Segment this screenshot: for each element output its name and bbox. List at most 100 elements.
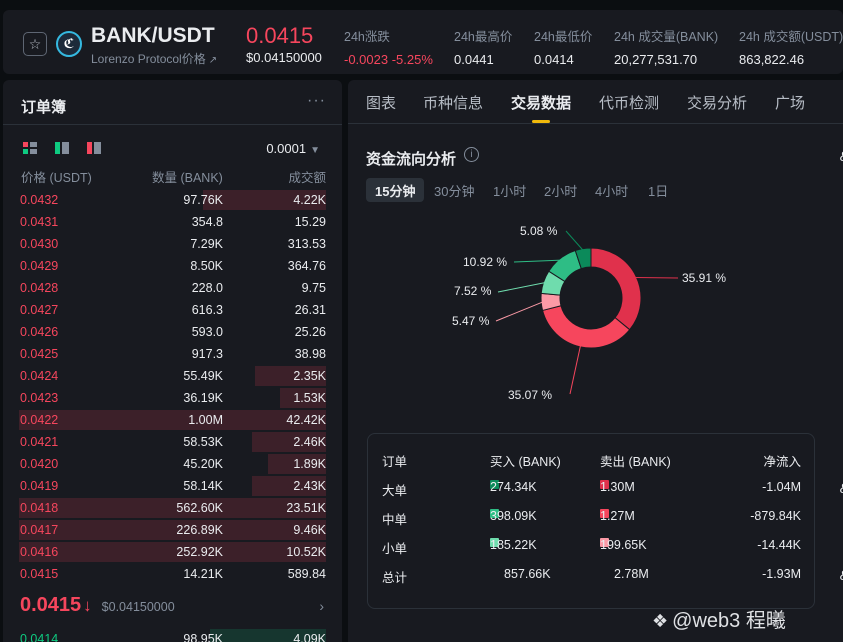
ask-total: 2.35K (293, 369, 326, 383)
ask-price: 0.0427 (20, 303, 59, 317)
clipped-text: & (840, 480, 843, 496)
fund-flow-title: 资金流向分析 (366, 151, 457, 168)
ask-price: 0.0430 (20, 237, 59, 251)
ask-row[interactable]: 0.0418 562.60K 23.51K (3, 497, 342, 519)
tab-item[interactable]: 广场 (775, 92, 805, 113)
depth-bar (19, 520, 326, 540)
time-range-button[interactable]: 4小时 (586, 178, 637, 202)
orderbook-asks-mode-icon[interactable] (87, 142, 101, 154)
slice-label: 35.91 % (682, 271, 726, 285)
precision-select[interactable]: 0.0001 ▼ (266, 141, 320, 156)
slice-connector-line (565, 230, 584, 251)
table-header: 订单 买入 (BANK) 卖出 (BANK) 净流入 (368, 451, 814, 471)
ask-total: 26.31 (294, 303, 326, 317)
table-row: 中单 398.09K 1.27M -879.84K (368, 509, 814, 529)
ask-price: 0.0417 (20, 523, 59, 537)
time-range-button[interactable]: 2小时 (535, 178, 586, 202)
time-range-button[interactable]: 15分钟 (366, 178, 425, 202)
mid-price-usd: $0.04150000 (101, 600, 175, 614)
table-header-cell: 净流入 (763, 455, 801, 469)
ask-row[interactable]: 0.0428 228.0 9.75 (3, 277, 342, 299)
pair-name[interactable]: BANK/USDT (91, 24, 215, 48)
ask-row[interactable]: 0.0415 14.21K 589.84 (3, 563, 342, 585)
last-price: 0.0415 (246, 23, 314, 48)
orderbook-both-mode-icon[interactable] (23, 142, 37, 154)
donut-slice (590, 247, 642, 331)
ask-row[interactable]: 0.0421 58.53K 2.46K (3, 431, 342, 453)
ask-price: 0.0419 (20, 479, 59, 493)
bid-row[interactable]: 0.0414 98.95K 4.09K (3, 628, 342, 642)
ask-qty: 97.76K (183, 193, 223, 207)
pair-subtitle-link[interactable]: Lorenzo Protocol价格 ↗ (91, 50, 217, 67)
chevron-right-icon[interactable]: › (319, 598, 324, 614)
order-size-label: 总计 (382, 571, 408, 585)
ask-row[interactable]: 0.0422 1.00M 42.42K (3, 409, 342, 431)
last-price-row[interactable]: 0.0415 ↓ $0.04150000 (20, 594, 175, 617)
ticker-stat: 24h最高价 0.0441 (454, 26, 512, 67)
time-range-button[interactable]: 1日 (639, 178, 677, 202)
bid-price: 0.0414 (20, 632, 59, 642)
tab-item[interactable]: 币种信息 (423, 92, 483, 113)
more-options-icon[interactable]: ··· (307, 92, 326, 110)
orderbook-title: 订单簿 (21, 99, 67, 116)
sell-value: 199.65K (600, 538, 647, 552)
ask-row[interactable]: 0.0423 36.19K 1.53K (3, 387, 342, 409)
ask-price: 0.0431 (20, 215, 59, 229)
depth-bar (19, 498, 326, 518)
buy-value: 274.34K (490, 480, 537, 494)
ticker-stat: 24h 成交额(USDT) 863,822.46 (739, 26, 843, 67)
tab-item[interactable]: 图表 (366, 92, 396, 113)
ask-row[interactable]: 0.0431 354.8 15.29 (3, 211, 342, 233)
orderbook-bids-mode-icon[interactable] (55, 142, 69, 154)
ask-row[interactable]: 0.0424 55.49K 2.35K (3, 365, 342, 387)
ask-row[interactable]: 0.0430 7.29K 313.53 (3, 233, 342, 255)
tab-item[interactable]: 代币检测 (599, 92, 659, 113)
slice-label: 5.08 % (520, 224, 558, 238)
ask-qty: 616.3 (191, 303, 223, 317)
depth-bar (19, 410, 326, 430)
ask-row[interactable]: 0.0427 616.3 26.31 (3, 299, 342, 321)
trading-data-panel: 图表 币种信息 交易数据 代币检测 交易分析 广场 资金流向分析 i 15分钟 30分钟 1小… (348, 80, 843, 642)
ask-price: 0.0416 (20, 545, 59, 559)
ask-price: 0.0424 (20, 369, 59, 383)
slice-label: 7.52 % (454, 284, 492, 298)
ask-price: 0.0423 (20, 391, 59, 405)
tab-item[interactable]: 交易数据 (511, 92, 571, 113)
ask-qty: 354.8 (191, 215, 223, 229)
favorite-star-button[interactable]: ☆ (23, 32, 47, 56)
ask-row[interactable]: 0.0426 593.0 25.26 (3, 321, 342, 343)
donut-slice (541, 305, 631, 349)
time-range-button[interactable]: 30分钟 (425, 178, 483, 202)
ask-row[interactable]: 0.0432 97.76K 4.22K (3, 189, 342, 211)
down-arrow-icon: ↓ (83, 596, 92, 615)
ask-row[interactable]: 0.0425 917.3 38.98 (3, 343, 342, 365)
ask-row[interactable]: 0.0417 226.89K 9.46K (3, 519, 342, 541)
info-icon[interactable]: i (464, 147, 479, 162)
watermark: ❖ @web3 程曦 (652, 604, 786, 633)
tab-item[interactable]: 交易分析 (687, 92, 747, 113)
stat-label: 24h 成交额(USDT) (739, 30, 843, 44)
sell-value: 1.27M (600, 509, 635, 523)
table-header-cell: 买入 (BANK) (490, 455, 561, 469)
ask-qty: 58.14K (183, 479, 223, 493)
ask-qty: 252.92K (176, 545, 223, 559)
ask-qty: 1.00M (188, 413, 223, 427)
slice-label: 5.47 % (452, 314, 490, 328)
ask-qty: 36.19K (183, 391, 223, 405)
ask-price: 0.0432 (20, 193, 59, 207)
stat-value: 863,822.46 (739, 52, 805, 67)
ask-row[interactable]: 0.0429 8.50K 364.76 (3, 255, 342, 277)
slice-connector-line (569, 344, 582, 395)
slice-label: 35.07 % (508, 388, 552, 402)
tab-bar: 图表 币种信息 交易数据 代币检测 交易分析 广场 (348, 80, 843, 124)
asks-list: 0.0432 97.76K 4.22K 0.0431 354.8 15.29 0.0430 7… (3, 189, 342, 585)
stat-label: 24h涨跌 (344, 30, 390, 44)
ask-row[interactable]: 0.0420 45.20K 1.89K (3, 453, 342, 475)
last-price-usd: $0.04150000 (246, 50, 322, 65)
ask-total: 25.26 (294, 325, 326, 339)
net-inflow-value: -1.04M (762, 480, 801, 494)
time-range-button[interactable]: 1小时 (484, 178, 535, 202)
stat-label: 24h 成交量(BANK) (614, 30, 719, 44)
ask-row[interactable]: 0.0419 58.14K 2.43K (3, 475, 342, 497)
ask-row[interactable]: 0.0416 252.92K 10.52K (3, 541, 342, 563)
